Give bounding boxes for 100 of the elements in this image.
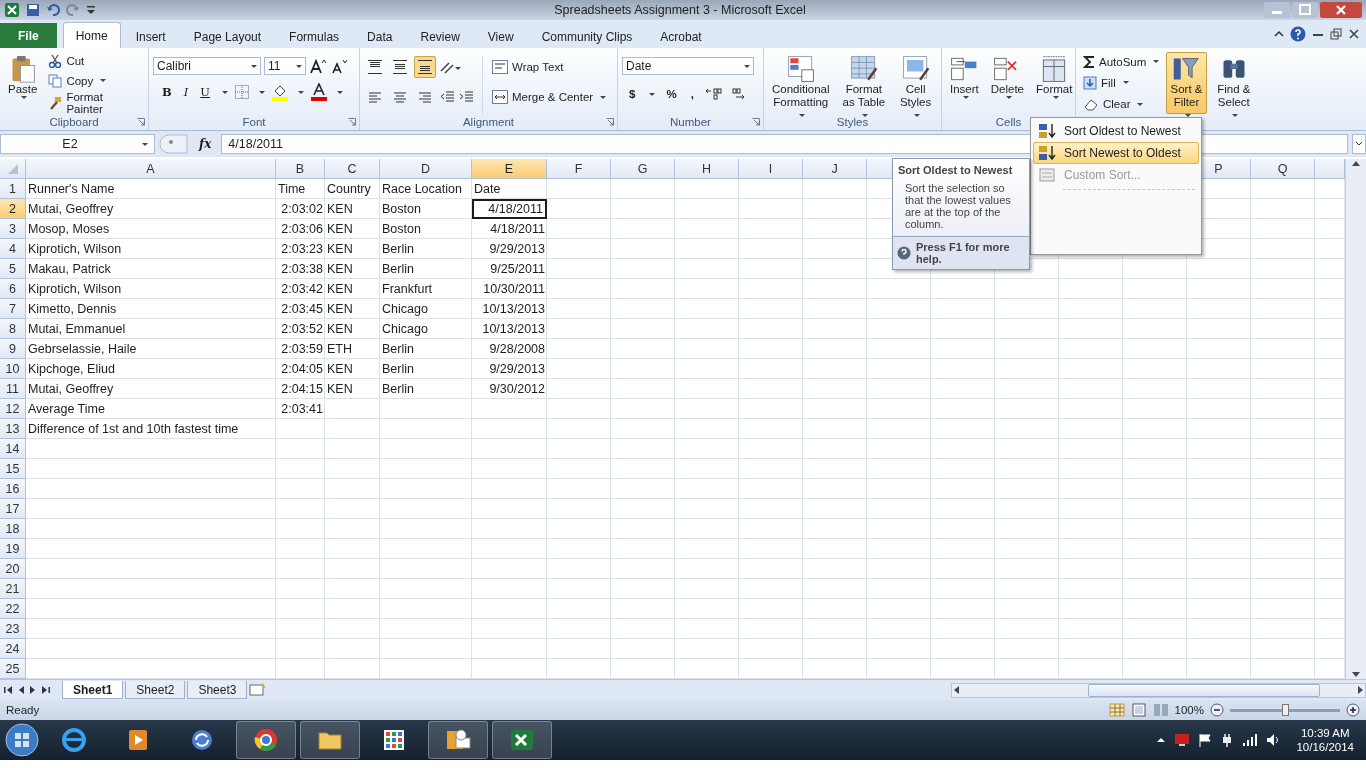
ribbon-tab[interactable]: Formulas xyxy=(276,25,353,48)
sheet-tab[interactable]: Sheet2 xyxy=(125,681,186,699)
ribbon-tab[interactable]: Page Layout xyxy=(180,25,275,48)
row-header[interactable]: 2 xyxy=(0,199,26,219)
table-cell: KEN xyxy=(327,262,353,276)
status-text: Ready xyxy=(6,704,40,716)
row-header[interactable]: 13 xyxy=(0,419,26,439)
fill-button[interactable]: Fill xyxy=(1080,73,1163,93)
row-header[interactable]: 12 xyxy=(0,399,26,419)
ribbon-tab[interactable]: Insert xyxy=(122,25,179,48)
row-header[interactable]: 15 xyxy=(0,459,26,479)
row-header[interactable]: 18 xyxy=(0,519,26,539)
table-cell: Average Time xyxy=(28,402,105,416)
row-header[interactable]: 5 xyxy=(0,259,26,279)
row-header[interactable]: 16 xyxy=(0,479,26,499)
column-header[interactable]: B xyxy=(276,159,325,179)
group-label: Styles xyxy=(836,116,869,128)
table-cell: 10/13/2013 xyxy=(482,322,545,336)
row-header[interactable]: 17 xyxy=(0,499,26,519)
sheet-tab[interactable]: Sheet1 xyxy=(62,681,124,699)
table-cell: 2:04:15 xyxy=(281,382,323,396)
cells-button[interactable]: Delete xyxy=(986,52,1028,114)
row-header[interactable]: 25 xyxy=(0,659,26,679)
menu-item[interactable]: Sort Newest to Oldest xyxy=(1033,142,1199,164)
paste-button[interactable]: Paste xyxy=(4,52,42,114)
column-header[interactable]: C xyxy=(325,159,380,179)
currency-button[interactable]: $ xyxy=(626,83,639,105)
ribbon-tab[interactable]: View xyxy=(474,25,527,48)
column-header[interactable]: A xyxy=(26,159,276,179)
ribbon-tab[interactable]: Home xyxy=(62,22,121,48)
ribbon-tab[interactable]: Review xyxy=(407,25,473,48)
cut-button[interactable]: Cut xyxy=(45,52,144,69)
number-format-field[interactable]: Date xyxy=(622,57,754,75)
column-header[interactable]: Q xyxy=(1251,159,1315,179)
find-select-button[interactable]: Find & Select xyxy=(1210,52,1257,114)
table-cell: Berlin xyxy=(382,262,414,276)
styles-button[interactable]: Format as Table xyxy=(837,52,891,114)
column-header[interactable]: J xyxy=(803,159,867,179)
row-header[interactable]: 4 xyxy=(0,239,26,259)
row-header[interactable]: 20 xyxy=(0,559,26,579)
column-header[interactable]: D xyxy=(380,159,472,179)
table-cell: Makau, Patrick xyxy=(28,262,111,276)
column-header[interactable]: E xyxy=(472,159,547,179)
cells-button[interactable]: Format xyxy=(1032,52,1077,114)
sort-filter-button[interactable]: Sort & Filter xyxy=(1166,52,1207,114)
name-box[interactable]: E2 xyxy=(0,134,155,154)
row-header[interactable]: 21 xyxy=(0,579,26,599)
table-cell: Frankfurt xyxy=(382,282,432,296)
italic-button[interactable]: I xyxy=(180,81,192,103)
column-header[interactable]: H xyxy=(675,159,739,179)
row-header[interactable]: 6 xyxy=(0,279,26,299)
column-header[interactable]: G xyxy=(611,159,675,179)
underline-button[interactable]: U xyxy=(197,81,213,103)
format-painter-button[interactable]: Format Painter xyxy=(45,92,144,114)
table-cell: Date xyxy=(474,182,501,196)
merge-center-button[interactable]: Merge & Center xyxy=(489,86,610,108)
table-cell: KEN xyxy=(327,382,353,396)
row-header[interactable]: 19 xyxy=(0,539,26,559)
wrap-text-button[interactable]: Wrap Text xyxy=(489,56,610,78)
sheet-tab[interactable]: Sheet3 xyxy=(187,681,248,699)
table-cell: Country xyxy=(327,182,371,196)
row-header[interactable]: 3 xyxy=(0,219,26,239)
zoom-level[interactable]: 100% xyxy=(1174,704,1204,716)
clear-button[interactable]: Clear xyxy=(1080,94,1163,114)
selected-cell[interactable]: 4/18/2011 xyxy=(472,199,547,219)
table-cell: 9/28/2008 xyxy=(489,342,545,356)
table-cell: 2:03:06 xyxy=(281,222,323,236)
table-cell: 2:03:45 xyxy=(281,302,323,316)
column-header[interactable]: I xyxy=(739,159,803,179)
ribbon-tab[interactable]: Community Clips xyxy=(528,25,646,48)
insert-function-button[interactable]: fx xyxy=(193,137,218,151)
copy-button[interactable]: Copy xyxy=(45,72,144,89)
row-header[interactable]: 1 xyxy=(0,179,26,199)
row-header[interactable]: 7 xyxy=(0,299,26,319)
styles-button[interactable]: Conditional Formatting xyxy=(768,52,834,114)
ribbon-tab[interactable]: Data xyxy=(354,25,406,48)
row-header[interactable]: 14 xyxy=(0,439,26,459)
cells-button[interactable]: Insert xyxy=(946,52,983,114)
row-header[interactable]: 11 xyxy=(0,379,26,399)
column-header[interactable]: F xyxy=(547,159,611,179)
row-header[interactable]: 9 xyxy=(0,339,26,359)
table-cell: 10/13/2013 xyxy=(482,302,545,316)
font-name-field[interactable]: Calibri xyxy=(153,57,261,75)
row-header[interactable]: 10 xyxy=(0,359,26,379)
font-size-field[interactable]: 11 xyxy=(264,57,306,75)
comma-button[interactable]: , xyxy=(687,83,697,105)
table-cell: 2:03:52 xyxy=(281,322,323,336)
row-header[interactable]: 23 xyxy=(0,619,26,639)
row-header[interactable]: 8 xyxy=(0,319,26,339)
styles-button[interactable]: Cell Styles xyxy=(894,52,937,114)
percent-button[interactable]: % xyxy=(663,83,680,105)
ribbon-tab[interactable]: Acrobat xyxy=(647,25,715,48)
autosum-button[interactable]: AutoSum xyxy=(1080,52,1163,72)
ribbon-tab[interactable]: File xyxy=(0,23,57,48)
tooltip-help: Press F1 for more help. xyxy=(916,241,1011,265)
row-header[interactable]: 24 xyxy=(0,639,26,659)
clock[interactable]: 10:39 AM 10/16/2014 xyxy=(1288,727,1362,753)
row-header[interactable]: 22 xyxy=(0,599,26,619)
bold-button[interactable]: B xyxy=(159,81,175,103)
table-cell: 2:03:02 xyxy=(281,202,323,216)
